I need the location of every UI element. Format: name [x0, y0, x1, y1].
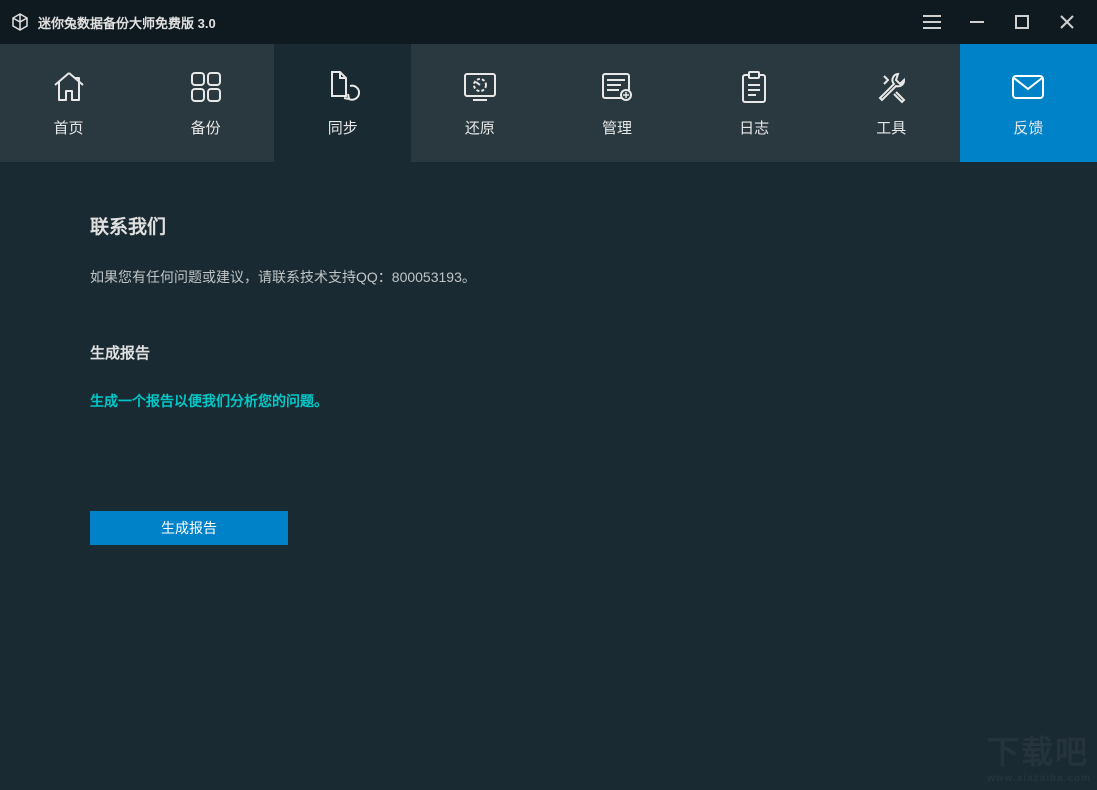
tab-label: 反馈	[1013, 117, 1043, 138]
titlebar: 迷你兔数据备份大师免费版 3.0	[0, 0, 1097, 44]
tab-home[interactable]: 首页	[0, 44, 137, 162]
heading-report: 生成报告	[90, 342, 1007, 363]
generate-report-button[interactable]: 生成报告	[90, 511, 288, 545]
tab-label: 还原	[465, 117, 495, 138]
titlebar-left: 迷你兔数据备份大师免费版 3.0	[10, 12, 216, 32]
content-area: 联系我们 如果您有任何问题或建议，请联系技术支持QQ：800053193。 生成…	[0, 162, 1097, 595]
maximize-icon[interactable]	[1012, 12, 1032, 32]
report-link[interactable]: 生成一个报告以便我们分析您的问题。	[90, 391, 1007, 411]
watermark-url: www.xiazaiba.com	[987, 773, 1091, 784]
tab-feedback[interactable]: 反馈	[960, 44, 1097, 162]
tab-label: 首页	[54, 117, 84, 138]
tab-log[interactable]: 日志	[686, 44, 823, 162]
tab-tools[interactable]: 工具	[823, 44, 960, 162]
tab-manage[interactable]: 管理	[549, 44, 686, 162]
tab-backup[interactable]: 备份	[137, 44, 274, 162]
tab-sync[interactable]: 同步	[274, 44, 411, 162]
minimize-icon[interactable]	[967, 12, 987, 32]
app-logo-icon	[10, 12, 30, 32]
menu-icon[interactable]	[922, 12, 942, 32]
sync-icon	[323, 69, 363, 105]
app-title: 迷你兔数据备份大师免费版 3.0	[38, 13, 216, 32]
heading-contact: 联系我们	[90, 212, 1007, 239]
tab-label: 备份	[191, 117, 221, 138]
grid-icon	[186, 69, 226, 105]
contact-description: 如果您有任何问题或建议，请联系技术支持QQ：800053193。	[90, 267, 1007, 287]
window-controls	[922, 12, 1077, 32]
mail-icon	[1008, 69, 1048, 105]
tab-label: 管理	[602, 117, 632, 138]
close-icon[interactable]	[1057, 12, 1077, 32]
tab-label: 同步	[328, 117, 358, 138]
watermark-text: 下载吧	[987, 734, 1089, 770]
tools-icon	[871, 69, 911, 105]
log-icon	[734, 69, 774, 105]
nav-tabs: 首页 备份 同步 还原 管理 日志 工具	[0, 44, 1097, 162]
home-icon	[49, 69, 89, 105]
watermark: 下载吧 www.xiazaiba.com	[987, 727, 1091, 784]
tab-label: 工具	[876, 117, 906, 138]
tab-restore[interactable]: 还原	[411, 44, 548, 162]
restore-icon	[460, 69, 500, 105]
manage-icon	[597, 69, 637, 105]
tab-label: 日志	[739, 117, 769, 138]
